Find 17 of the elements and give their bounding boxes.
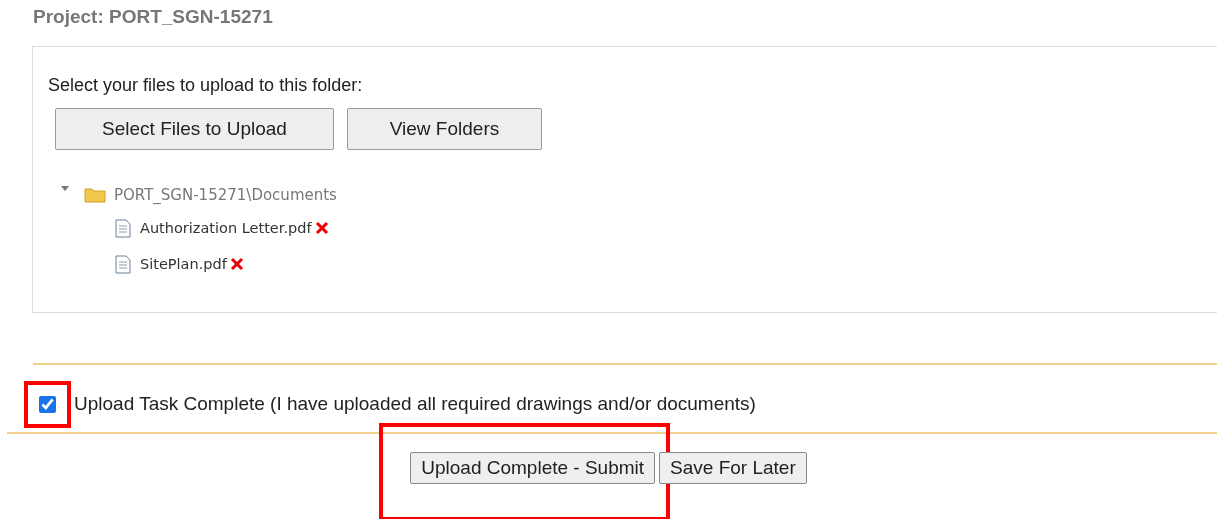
project-title: Project: PORT_SGN-15271: [33, 6, 274, 29]
task-complete-checkbox[interactable]: [39, 395, 56, 413]
upload-prompt: Select your files to upload to this folder:: [48, 75, 364, 96]
folder-label[interactable]: PORT_SGN-15271\Documents: [114, 186, 337, 204]
delete-icon[interactable]: [314, 221, 329, 235]
file-name[interactable]: Authorization Letter.pdf: [140, 220, 312, 236]
folder-icon: [84, 187, 106, 203]
save-for-later-button[interactable]: Save For Later: [659, 452, 807, 484]
document-icon: [115, 254, 131, 274]
caret-icon[interactable]: [60, 185, 70, 193]
document-icon: [115, 218, 131, 238]
view-folders-button[interactable]: View Folders: [347, 108, 542, 150]
delete-icon[interactable]: [229, 257, 244, 271]
submit-button[interactable]: Upload Complete - Submit: [410, 452, 656, 484]
file-name[interactable]: SitePlan.pdf: [140, 256, 227, 272]
select-files-button[interactable]: Select Files to Upload: [55, 108, 334, 150]
checkbox-label[interactable]: Upload Task Complete (I have uploaded all required drawings and/or documents): [74, 393, 756, 415]
